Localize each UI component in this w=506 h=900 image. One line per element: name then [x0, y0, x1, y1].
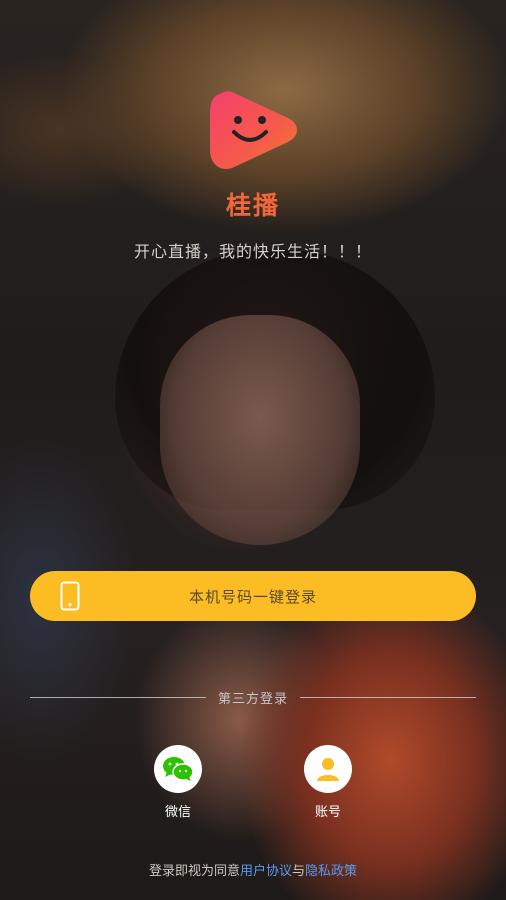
user-agreement-link[interactable]: 用户协议	[240, 864, 292, 879]
account-login-button[interactable]	[304, 745, 352, 793]
app-name: 桂播	[225, 191, 280, 220]
phone-icon	[60, 581, 80, 615]
third-party-title: 第三方登录	[218, 691, 289, 707]
privacy-policy-link[interactable]: 隐私政策	[305, 864, 357, 879]
third-party-divider: 第三方登录	[30, 687, 477, 707]
app-slogan: 开心直播，我的快乐生活！！！	[133, 242, 372, 261]
agreement-prefix: 登录即视为同意	[148, 864, 240, 879]
one-key-login-button[interactable]: 本机号码一键登录	[30, 571, 476, 621]
login-screen: 桂播 开心直播，我的快乐生活！！！ 本机号码一键登录 第三方登录 微信 账号 登…	[0, 0, 506, 900]
divider-line-right	[300, 696, 477, 698]
agreement-notice: 登录即视为同意用户协议与隐私政策	[0, 860, 506, 879]
divider-line-left	[30, 696, 206, 698]
wechat-login-button[interactable]	[154, 745, 202, 793]
app-logo-icon	[208, 88, 300, 176]
account-label: 账号	[314, 805, 341, 820]
wechat-login[interactable]: 微信	[148, 745, 208, 820]
account-login[interactable]: 账号	[298, 745, 358, 820]
agreement-conjunction: 与	[292, 864, 306, 879]
wechat-icon	[163, 757, 194, 781]
wechat-label: 微信	[164, 805, 191, 820]
one-key-login-label: 本机号码一键登录	[188, 587, 317, 606]
user-icon	[317, 758, 339, 781]
background-photo-face	[160, 315, 360, 545]
